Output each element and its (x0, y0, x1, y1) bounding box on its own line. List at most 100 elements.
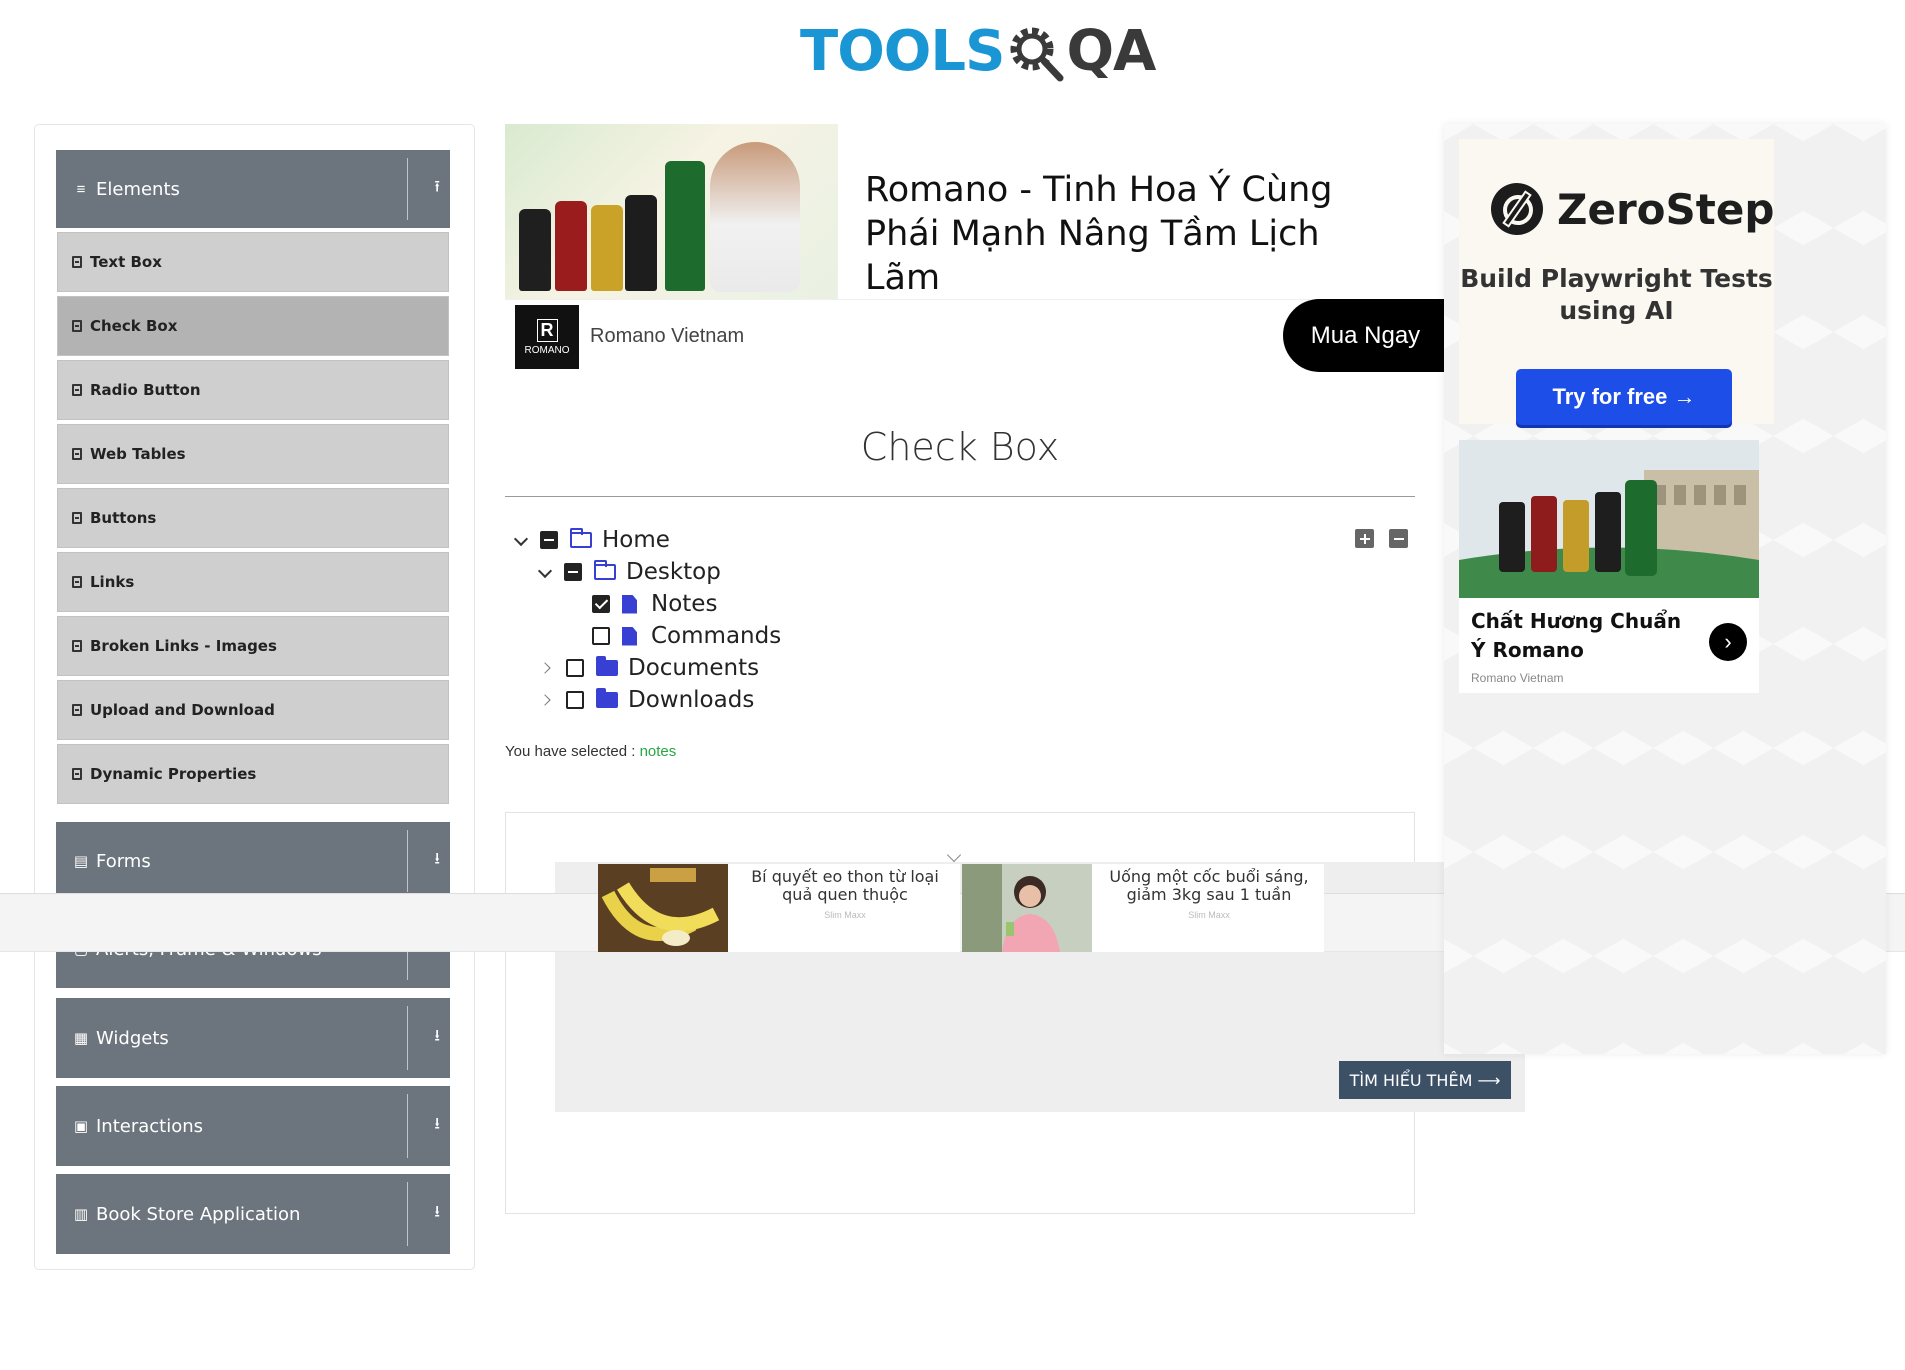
collapse-all-button[interactable] (1389, 529, 1408, 548)
menu-item-check-box[interactable]: Check Box (57, 296, 449, 356)
group-label: Forms (96, 850, 151, 872)
group-book-store[interactable]: ▥ Book Store Application ⭳ (56, 1174, 450, 1254)
group-forms[interactable]: ▤ Forms ⭳ (56, 822, 450, 900)
group-elements[interactable]: ≡ Elements ⭱ (56, 150, 450, 228)
menu-item-icon (72, 576, 82, 588)
menu-item-label: Dynamic Properties (90, 765, 257, 783)
checkbox-partial[interactable] (540, 531, 558, 549)
chevron-right-icon[interactable] (540, 693, 554, 707)
tree-node-downloads[interactable]: Downloads (540, 684, 754, 716)
toolsqa-logo[interactable]: TOOLS QA (800, 16, 1156, 88)
ad-brand-name[interactable]: Romano Vietnam (590, 325, 744, 348)
model-figure (710, 142, 800, 292)
book-icon: ▥ (73, 1206, 89, 1223)
divider (407, 1094, 408, 1158)
menu-item-icon (72, 704, 82, 716)
zerostep-ad[interactable]: ZeroStep Build Playwright Tests using AI… (1459, 139, 1774, 425)
menu-item-dynamic-properties[interactable]: Dynamic Properties (57, 744, 449, 804)
divider (407, 1182, 408, 1246)
romano-ad-source: Romano Vietnam (1471, 671, 1564, 685)
try-for-free-button[interactable]: Try for free → (1516, 369, 1732, 425)
form-icon: ▤ (73, 853, 89, 870)
tree-node-documents[interactable]: Documents (540, 652, 759, 684)
widgets-icon: ▦ (73, 1030, 89, 1047)
zerostep-name: ZeroStep (1557, 184, 1775, 234)
menu-item-label: Links (90, 573, 135, 591)
checkbox-unchecked[interactable] (566, 691, 584, 709)
zerostep-logo[interactable]: ZeroStep (1491, 183, 1774, 235)
tree-label[interactable]: Documents (628, 655, 759, 681)
menu-item-upload-download[interactable]: Upload and Download (57, 680, 449, 740)
group-widgets[interactable]: ▦ Widgets ⭳ (56, 998, 450, 1078)
menu-item-links[interactable]: Links (57, 552, 449, 612)
top-advertisement[interactable]: Romano - Tinh Hoa Ý Cùng Phái Mạnh Nâng … (505, 124, 1448, 374)
expand-all-button[interactable] (1355, 529, 1374, 548)
checkbox-unchecked[interactable] (566, 659, 584, 677)
menu-item-text-box[interactable]: Text Box (57, 232, 449, 292)
tree-node-desktop[interactable]: Desktop (538, 556, 721, 588)
menu-item-buttons[interactable]: Buttons (57, 488, 449, 548)
expand-arrow-icon[interactable]: ⭳ (434, 848, 440, 875)
selection-result: You have selected : notes (505, 743, 676, 760)
tree-node-notes[interactable]: Notes (566, 588, 717, 620)
expand-arrow-icon[interactable]: ⭳ (434, 1113, 440, 1140)
bottle-shape (519, 209, 551, 291)
expand-arrow-icon[interactable]: ⭳ (434, 1201, 440, 1228)
menu-item-label: Text Box (90, 253, 162, 271)
checkbox-partial[interactable] (564, 563, 582, 581)
chevron-right-icon[interactable] (540, 661, 554, 675)
expand-arrow-icon[interactable]: ⭳ (434, 1025, 440, 1052)
menu-item-broken-links[interactable]: Broken Links - Images (57, 616, 449, 676)
ad-product-image[interactable] (505, 124, 838, 299)
group-label: Elements (96, 178, 180, 200)
folder-open-icon (594, 560, 616, 580)
menu-item-web-tables[interactable]: Web Tables (57, 424, 449, 484)
folder-open-icon (570, 528, 592, 548)
selection-prefix: You have selected : (505, 743, 636, 760)
menu-item-icon (72, 512, 82, 524)
romano-logo-mark: R (536, 318, 558, 342)
ad-card-title[interactable]: Bí quyết eo thon từ loại quả quen thuộc (740, 868, 950, 904)
logo-qa-text: QA (1066, 19, 1156, 84)
ad-card-title[interactable]: Uống một cốc buổi sáng, giảm 3kg sau 1 t… (1104, 868, 1314, 904)
menu-item-label: Buttons (90, 509, 157, 527)
romano-ad-title[interactable]: Chất Hương Chuẩn Ý Romano (1471, 607, 1691, 665)
banana-thumbnail (598, 864, 728, 952)
buy-now-button[interactable]: Mua Ngay (1283, 299, 1448, 372)
tree-label[interactable]: Home (602, 527, 670, 553)
romano-ad-card[interactable]: Chất Hương Chuẩn Ý Romano Romano Vietnam… (1459, 440, 1759, 693)
tree-label[interactable]: Downloads (628, 687, 754, 713)
romano-logo-text: ROMANO (524, 344, 570, 356)
left-sidebar: ≡ Elements ⭱ Text Box Check Box Radio Bu… (34, 124, 475, 1270)
tree-node-commands[interactable]: Commands (566, 620, 781, 652)
collapse-arrow-icon[interactable]: ⭱ (434, 176, 440, 203)
tree-label[interactable]: Notes (651, 591, 717, 617)
romano-logo[interactable]: R ROMANO (515, 305, 579, 369)
menu-item-radio-button[interactable]: Radio Button (57, 360, 449, 420)
menu-item-icon (72, 320, 82, 332)
chevron-down-icon[interactable] (514, 533, 528, 547)
ad-headline[interactable]: Romano - Tinh Hoa Ý Cùng Phái Mạnh Nâng … (865, 168, 1405, 300)
zerostep-tagline: Build Playwright Tests using AI (1460, 264, 1773, 325)
tree-node-home[interactable]: Home (514, 524, 670, 556)
hamburger-icon: ≡ (76, 180, 86, 198)
menu-item-label: Upload and Download (90, 701, 275, 719)
menu-item-icon (72, 384, 82, 396)
tree-label[interactable]: Desktop (626, 559, 721, 585)
ad-card[interactable]: Uống một cốc buổi sáng, giảm 3kg sau 1 t… (962, 864, 1324, 952)
chevron-right-icon[interactable]: › (1709, 623, 1747, 661)
menu-item-label: Broken Links - Images (90, 637, 277, 655)
ad-card[interactable]: Bí quyết eo thon từ loại quả quen thuộc … (598, 864, 960, 952)
menu-item-icon (72, 640, 82, 652)
selection-value: notes (639, 743, 677, 760)
checkbox-checked[interactable] (592, 595, 610, 613)
menu-item-label: Check Box (90, 317, 178, 335)
chevron-down-icon[interactable] (538, 565, 552, 579)
learn-more-button[interactable]: TÌM HIỂU THÊM ⟶ (1339, 1061, 1511, 1099)
checkbox-unchecked[interactable] (592, 627, 610, 645)
ad-card-source: Slim Maxx (824, 910, 866, 920)
right-advertisement[interactable]: ZeroStep Build Playwright Tests using AI… (1444, 124, 1886, 1054)
menu-item-label: Radio Button (90, 381, 201, 399)
tree-label[interactable]: Commands (651, 623, 781, 649)
group-interactions[interactable]: ▣ Interactions ⭳ (56, 1086, 450, 1166)
